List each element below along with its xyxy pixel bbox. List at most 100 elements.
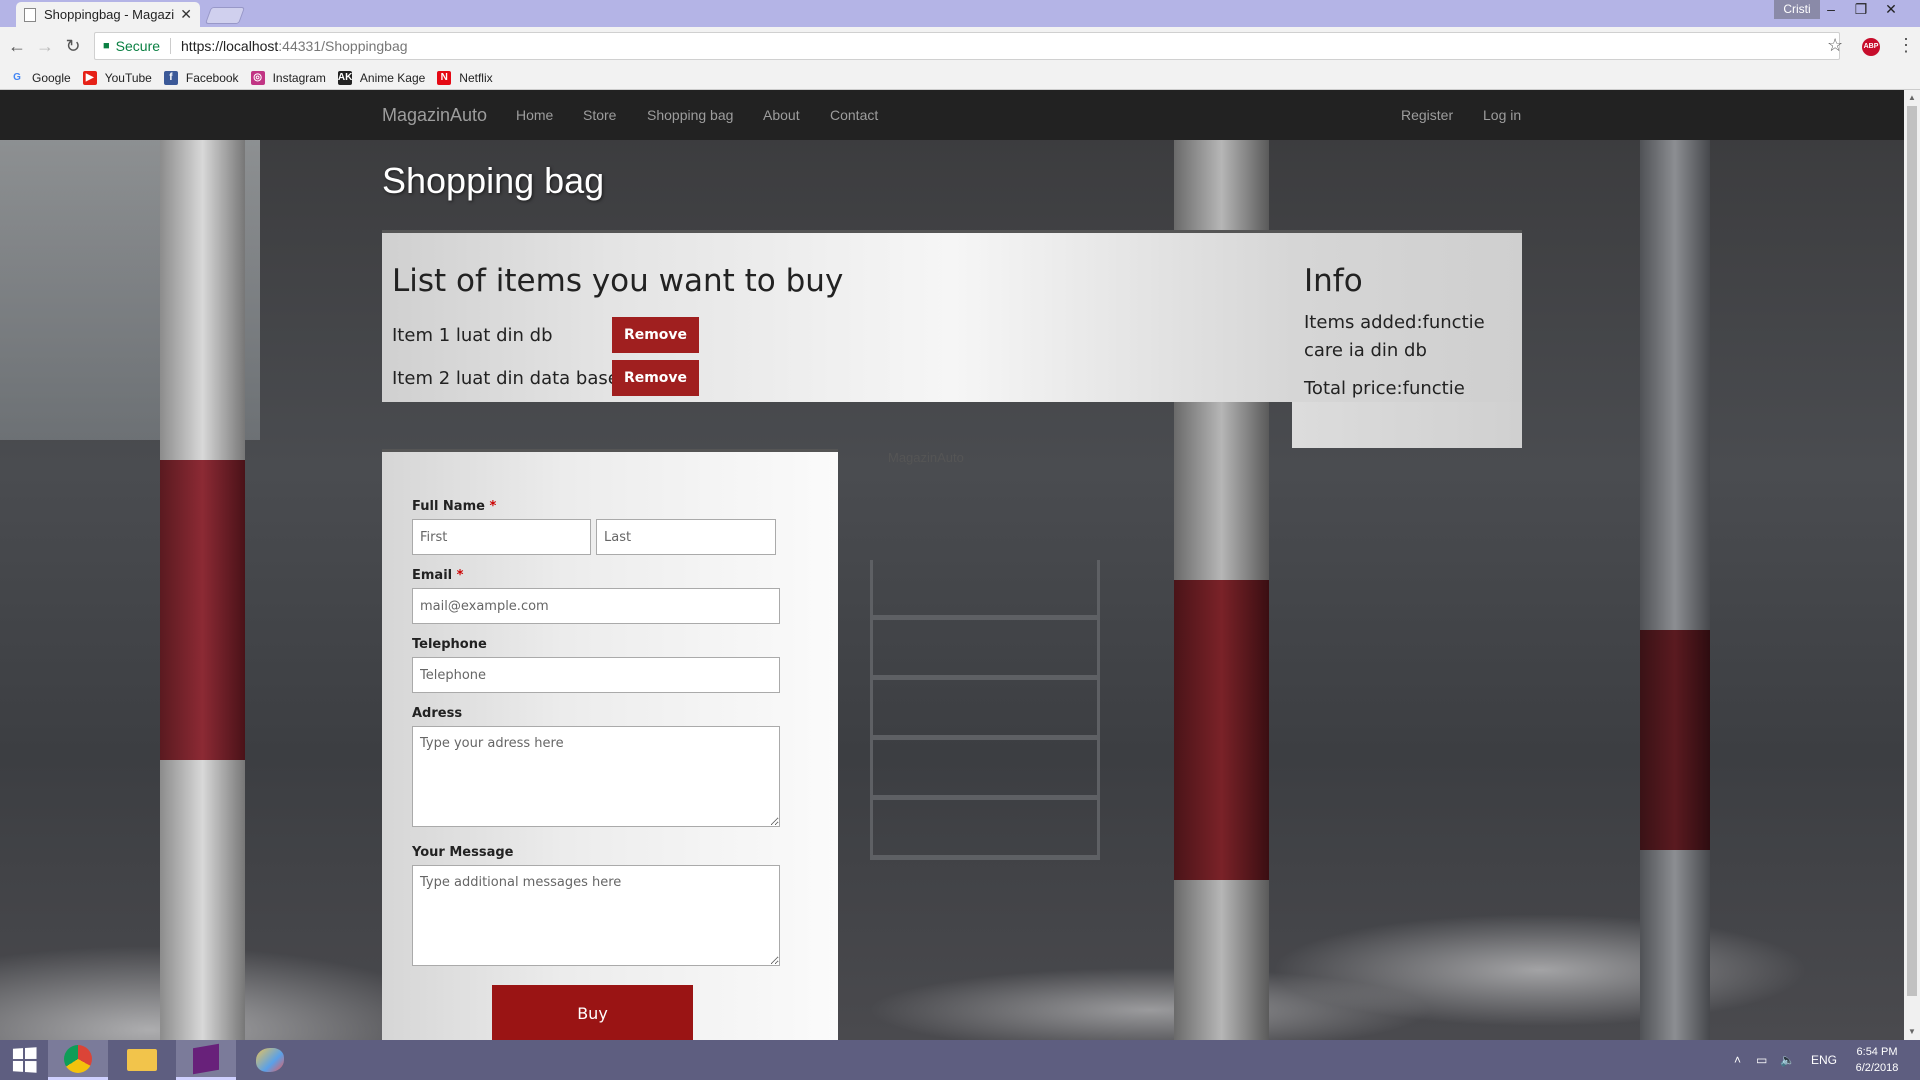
clock-time: 6:54 PM: [1856, 1046, 1898, 1058]
bookmarks-bar: G Google ▶ YouTube f Facebook ◎ Instagram AK Anim…: [0, 67, 1920, 90]
animekage-icon: AK: [337, 71, 353, 85]
remove-item-1-button[interactable]: Remove: [612, 317, 699, 353]
items-list-title: List of items you want to buy: [392, 263, 844, 299]
google-icon: G: [13, 72, 21, 83]
page-title: Shopping bag: [382, 160, 605, 201]
scroll-thumb[interactable]: [1907, 106, 1917, 996]
items-added-text: Items added:functie care ia din db: [1304, 312, 1485, 361]
pillar-shape-3: [1640, 140, 1710, 1040]
adblock-icon[interactable]: ABP: [1862, 38, 1880, 56]
nav-register[interactable]: Register: [1401, 107, 1453, 123]
site-navbar: MagazinAuto Home Store Shopping bag Abou…: [0, 90, 1904, 140]
bookmark-netflix[interactable]: N Netflix: [437, 71, 493, 85]
bookmark-label: Instagram: [272, 71, 326, 85]
facebook-icon: f: [163, 71, 178, 85]
item-label: Item 2 luat din data base: [392, 367, 619, 389]
remove-item-2-button[interactable]: Remove: [612, 360, 699, 396]
nav-login[interactable]: Log in: [1483, 107, 1521, 123]
back-icon[interactable]: ←: [6, 35, 28, 57]
secure-label: Secure: [116, 38, 172, 54]
bookmark-youtube[interactable]: ▶ YouTube: [82, 71, 152, 85]
taskbar-visual-studio[interactable]: [176, 1040, 236, 1080]
language-indicator[interactable]: ENG: [1811, 1040, 1837, 1080]
browser-tab[interactable]: Shoppingbag - MagazinA ✕: [16, 2, 200, 27]
page-content: MagazinAuto Home Store Shopping bag Abou…: [0, 90, 1904, 1040]
bookmark-anime-kage[interactable]: AK Anime Kage: [337, 71, 426, 85]
address-bar[interactable]: ■ Secure https://localhost :44331/Shoppi…: [94, 32, 1840, 60]
bookmark-label: Facebook: [185, 71, 239, 85]
bookmark-label: Google: [32, 71, 71, 85]
pillar-red-band-shape-3: [1640, 630, 1710, 850]
browser-toolbar: ← → ↻ ■ Secure https://localhost :44331/…: [0, 27, 1920, 67]
netflix-icon: N: [437, 71, 452, 85]
email-label: Email *: [412, 568, 463, 583]
tray-overflow-icon[interactable]: ˄: [1734, 1040, 1741, 1080]
message-textarea[interactable]: [412, 865, 780, 966]
tab-title: Shoppingbag - MagazinA: [44, 7, 175, 22]
items-panel: List of items you want to buy Item 1 lua…: [382, 230, 1522, 427]
bookmark-label: Netflix: [459, 71, 493, 85]
address-textarea[interactable]: [412, 726, 780, 827]
instagram-icon: ◎: [250, 71, 265, 85]
bookmark-label: Anime Kage: [359, 71, 426, 85]
buy-button[interactable]: Buy: [492, 985, 693, 1040]
item-label: Item 1 luat din db: [392, 324, 553, 346]
info-panel-extension: [1292, 402, 1522, 448]
youtube-icon: ▶: [82, 71, 97, 85]
email-field[interactable]: [412, 588, 780, 624]
message-label: Your Message: [412, 845, 514, 860]
page-scrollbar[interactable]: ▲ ▼: [1904, 90, 1920, 1040]
bookmark-facebook[interactable]: f Facebook: [163, 71, 239, 85]
list-item: Item 1 luat din db: [392, 317, 553, 353]
pillar-red-band-shape: [160, 460, 245, 760]
order-form: Full Name * Email * Telephone Adress You…: [382, 449, 838, 1040]
windows-logo-icon: [12, 1047, 37, 1073]
full-name-label-text: Full Name: [412, 499, 485, 514]
browser-menu-icon[interactable]: ⋮: [1897, 35, 1915, 56]
restore-icon[interactable]: ❐: [1846, 0, 1876, 19]
footer-brand-text: MagazinAuto: [888, 450, 964, 465]
info-title: Info: [1304, 263, 1363, 299]
visual-studio-icon: [193, 1043, 219, 1074]
taskbar-file-explorer[interactable]: [112, 1040, 172, 1080]
network-icon[interactable]: ▭: [1756, 1040, 1767, 1080]
reload-icon[interactable]: ↻: [62, 35, 84, 57]
bookmark-star-icon[interactable]: ☆: [1827, 35, 1843, 56]
scroll-down-icon[interactable]: ▼: [1904, 1024, 1920, 1040]
nav-about[interactable]: About: [763, 107, 800, 123]
email-label-text: Email: [412, 568, 453, 583]
windows-taskbar: ˄ ▭ 🔈 ENG 6:54 PM 6/2/2018: [0, 1040, 1920, 1080]
window-close-icon[interactable]: ✕: [1876, 0, 1906, 19]
full-name-label: Full Name *: [412, 499, 496, 514]
profile-button[interactable]: Cristi: [1774, 0, 1820, 19]
chrome-icon: [64, 1044, 92, 1073]
tire-rack-shape: [870, 560, 1100, 860]
nav-store[interactable]: Store: [583, 107, 616, 123]
url-path: :44331/Shoppingbag: [278, 38, 408, 54]
nav-contact[interactable]: Contact: [830, 107, 878, 123]
pillar-red-band-shape-2: [1174, 580, 1269, 880]
lock-icon: ■: [103, 40, 110, 52]
nav-shopping-bag[interactable]: Shopping bag: [647, 107, 733, 123]
required-mark: *: [456, 568, 464, 583]
required-mark: *: [489, 499, 497, 514]
first-name-input[interactable]: [412, 519, 591, 555]
bookmark-google[interactable]: G Google: [10, 71, 71, 85]
new-tab-button[interactable]: [204, 7, 246, 24]
telephone-field[interactable]: [412, 657, 780, 693]
brand-link[interactable]: MagazinAuto: [382, 105, 487, 126]
minimize-icon[interactable]: –: [1816, 0, 1846, 19]
start-button[interactable]: [0, 1040, 48, 1080]
scroll-up-icon[interactable]: ▲: [1904, 90, 1920, 106]
taskbar-chrome[interactable]: [48, 1040, 108, 1080]
tab-close-icon[interactable]: ✕: [180, 6, 192, 23]
system-clock[interactable]: 6:54 PM 6/2/2018: [1842, 1044, 1912, 1076]
taskbar-paint[interactable]: [240, 1040, 300, 1080]
nav-home[interactable]: Home: [516, 107, 553, 123]
volume-icon[interactable]: 🔈: [1780, 1040, 1795, 1080]
page-favicon-icon: [24, 7, 36, 22]
list-item: Item 2 luat din data base: [392, 360, 619, 396]
bookmark-instagram[interactable]: ◎ Instagram: [250, 71, 326, 85]
last-name-input[interactable]: [596, 519, 776, 555]
forward-icon[interactable]: →: [34, 35, 56, 57]
